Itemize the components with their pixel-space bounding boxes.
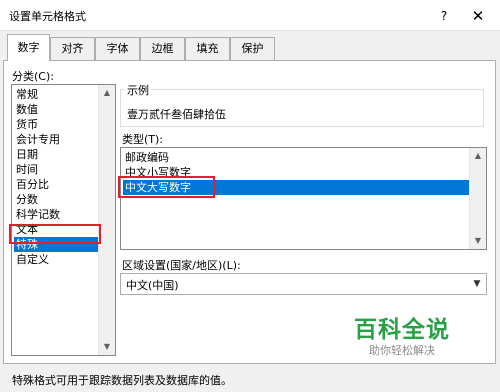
triangle-up-icon[interactable]: ▲ (99, 85, 115, 101)
locale-select[interactable]: 中文(中国) ▼ (120, 273, 487, 295)
category-item-number[interactable]: 数值 (14, 102, 38, 117)
chevron-down-icon[interactable]: ▼ (468, 274, 486, 294)
highlight-box-category (9, 224, 101, 244)
category-item-percentage[interactable]: 百分比 (14, 177, 49, 192)
tab-fill[interactable]: 填充 (185, 37, 230, 60)
tab-alignment[interactable]: 对齐 (50, 37, 95, 60)
close-button[interactable]: ✕ (466, 6, 490, 26)
type-scrollbar[interactable]: ▲ ▼ (469, 148, 486, 249)
category-item-date[interactable]: 日期 (14, 147, 38, 162)
tab-border[interactable]: 边框 (140, 37, 185, 60)
category-item-custom[interactable]: 自定义 (14, 252, 49, 267)
watermark-title: 百科全说 (354, 317, 450, 343)
category-list[interactable]: 常规 数值 货币 会计专用 日期 时间 百分比 分数 科学记数 文本 特殊 自定… (11, 84, 116, 356)
watermark: 百科全说 助你轻松解决 (332, 317, 472, 358)
tab-font[interactable]: 字体 (95, 37, 140, 60)
type-item-postal-code[interactable]: 邮政编码 (123, 150, 169, 165)
triangle-down-icon[interactable]: ▼ (470, 233, 486, 249)
help-button[interactable]: ? (434, 6, 454, 26)
category-item-fraction[interactable]: 分数 (14, 192, 38, 207)
type-list[interactable]: 邮政编码 中文小写数字 中文大写数字 ▲ ▼ (120, 147, 487, 250)
window-title: 设置单元格格式 (9, 10, 86, 23)
tab-protection[interactable]: 保护 (230, 37, 275, 60)
description-text: 特殊格式可用于跟踪数据列表及数据库的值。 (12, 374, 232, 387)
category-item-scientific[interactable]: 科学记数 (14, 207, 60, 222)
category-item-general[interactable]: 常规 (14, 87, 38, 102)
triangle-up-icon[interactable]: ▲ (470, 148, 486, 164)
type-label: 类型(T): (122, 133, 164, 146)
category-label: 分类(C): (12, 70, 54, 83)
triangle-down-icon[interactable]: ▼ (99, 339, 115, 355)
category-scrollbar[interactable]: ▲ ▼ (98, 85, 115, 355)
category-item-accounting[interactable]: 会计专用 (14, 132, 60, 147)
highlight-box-type (118, 176, 215, 198)
watermark-subtitle: 助你轻松解决 (369, 344, 435, 357)
sample-label: 示例 (124, 82, 152, 98)
category-item-time[interactable]: 时间 (14, 162, 38, 177)
locale-label: 区域设置(国家/地区)(L): (122, 259, 241, 272)
locale-value: 中文(中国) (126, 279, 179, 292)
category-item-currency[interactable]: 货币 (14, 117, 38, 132)
sample-value: 壹万贰仟叁佰肆拾伍 (127, 108, 226, 121)
tab-number[interactable]: 数字 (7, 34, 50, 61)
